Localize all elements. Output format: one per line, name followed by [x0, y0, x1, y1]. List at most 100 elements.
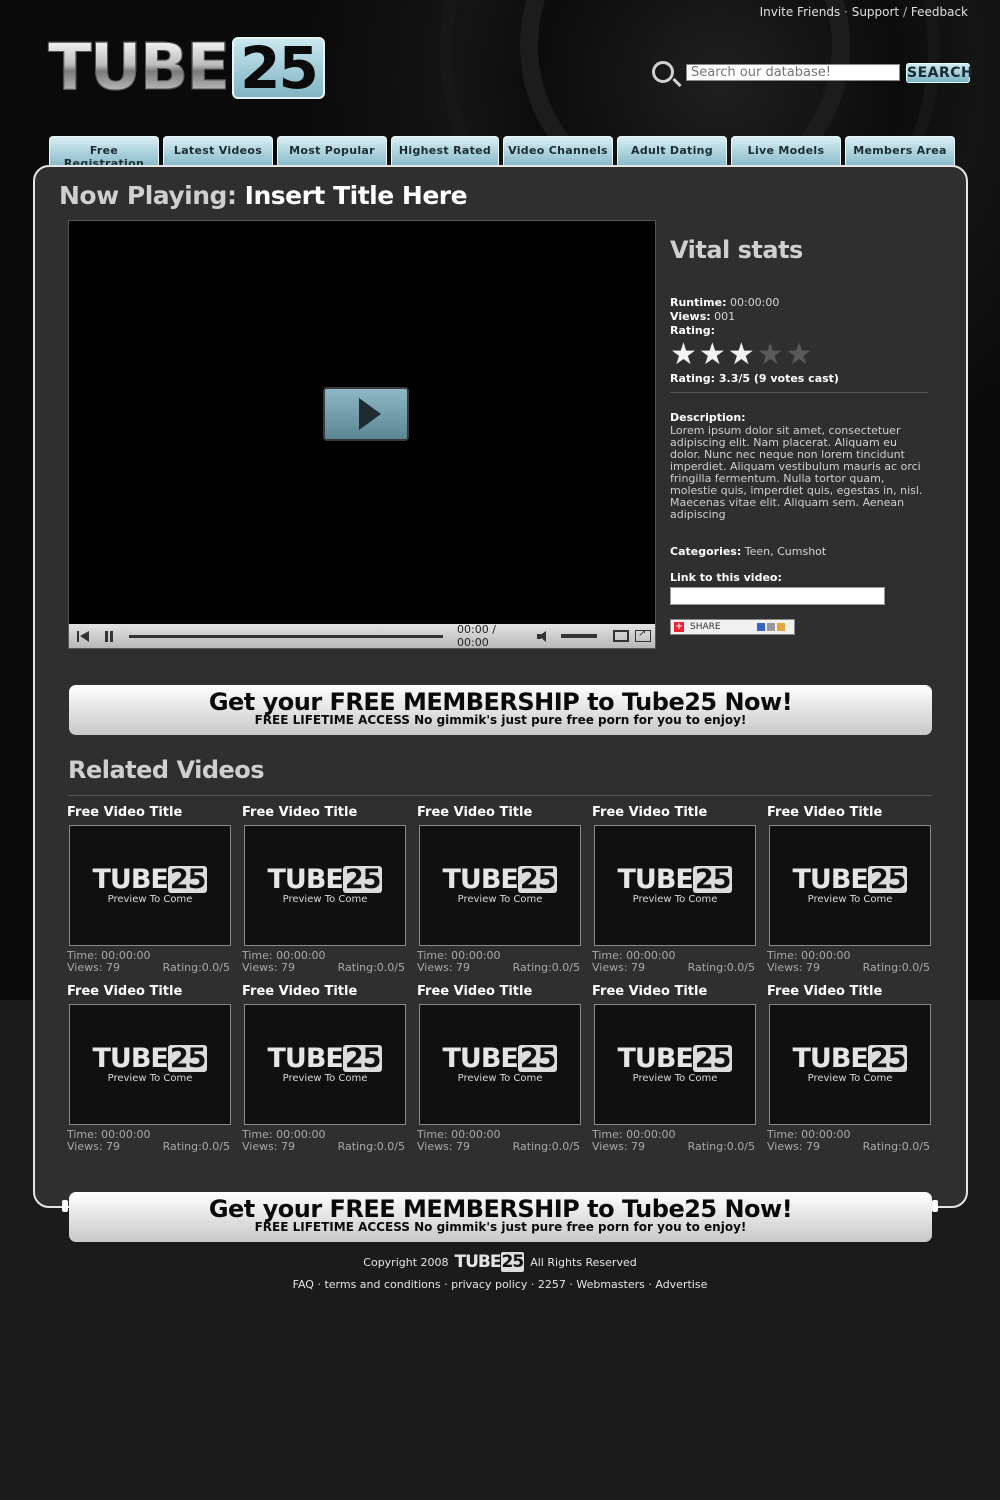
previous-icon[interactable]: [77, 630, 89, 642]
related-video-title[interactable]: Free Video Title: [592, 984, 762, 1000]
related-video-thumbnail[interactable]: TUBE25 Preview To Come: [419, 825, 581, 946]
footer-logo: TUBE25: [455, 1252, 525, 1272]
preview-text: Preview To Come: [282, 894, 368, 905]
star-icon[interactable]: ★: [728, 337, 757, 372]
membership-banner-bottom[interactable]: Get your FREE MEMBERSHIP to Tube25 Now! …: [69, 1192, 932, 1242]
related-video-thumbnail[interactable]: TUBE25 Preview To Come: [69, 825, 231, 946]
site-logo[interactable]: TUBE 25: [47, 36, 325, 101]
nav-tab-video-channels[interactable]: Video Channels: [503, 136, 613, 166]
thumb-logo: TUBE25: [595, 866, 755, 893]
related-video-title[interactable]: Free Video Title: [592, 805, 762, 821]
thumb-logo-text: TUBE: [617, 864, 694, 895]
footer-link[interactable]: 2257: [538, 1278, 566, 1291]
related-video-thumbnail[interactable]: TUBE25 Preview To Come: [244, 825, 406, 946]
video-meta: Time: 00:00:00 Views: 79 Rating:0.0/5: [417, 1129, 587, 1153]
video-views: Views: 79: [592, 1140, 646, 1153]
nav-tab-latest-videos[interactable]: Latest Videos: [163, 136, 273, 166]
related-video-title[interactable]: Free Video Title: [417, 805, 587, 821]
nav-tab-most-popular[interactable]: Most Popular: [277, 136, 387, 166]
share-button[interactable]: + SHARE: [670, 619, 795, 635]
star-icon[interactable]: ★: [786, 337, 815, 372]
related-video-card[interactable]: Free Video Title TUBE25 Preview To Come Tim…: [767, 984, 937, 1153]
related-video-title[interactable]: Free Video Title: [67, 984, 237, 1000]
footer-link[interactable]: privacy policy: [451, 1278, 527, 1291]
video-views: Views: 79: [242, 961, 296, 974]
thumb-logo: TUBE25: [70, 866, 230, 893]
related-video-thumbnail[interactable]: TUBE25 Preview To Come: [69, 1004, 231, 1125]
rating-stars[interactable]: ★★★★★: [670, 340, 930, 370]
fullscreen-icon[interactable]: [613, 630, 629, 642]
related-video-title[interactable]: Free Video Title: [767, 984, 937, 1000]
feedback-link[interactable]: Feedback: [911, 5, 968, 19]
thumb-logo-number: 25: [517, 1043, 558, 1074]
footer-link[interactable]: FAQ: [293, 1278, 314, 1291]
panel-nub: [62, 1200, 68, 1212]
social-icon: [756, 623, 765, 631]
play-icon[interactable]: [323, 387, 409, 441]
nav-tab-free-registration[interactable]: Free Registration: [49, 136, 159, 170]
separator: ·: [565, 1278, 577, 1291]
related-video-thumbnail[interactable]: TUBE25 Preview To Come: [419, 1004, 581, 1125]
star-icon[interactable]: ★: [757, 337, 786, 372]
preview-text: Preview To Come: [457, 1073, 543, 1084]
related-video-thumbnail[interactable]: TUBE25 Preview To Come: [769, 1004, 931, 1125]
membership-banner[interactable]: Get your FREE MEMBERSHIP to Tube25 Now! …: [69, 685, 932, 735]
related-video-card[interactable]: Free Video Title TUBE25 Preview To Come Tim…: [417, 805, 587, 974]
banner-subtext: FREE LIFETIME ACCESS No gimmik's just pu…: [254, 1220, 747, 1234]
volume-icon[interactable]: [537, 630, 549, 642]
banner-headline: Get your FREE MEMBERSHIP to Tube25 Now!: [208, 1195, 793, 1223]
footer-link[interactable]: terms and conditions: [324, 1278, 440, 1291]
footer-link[interactable]: Webmasters: [576, 1278, 645, 1291]
related-video-title[interactable]: Free Video Title: [67, 805, 237, 821]
related-video-card[interactable]: Free Video Title TUBE25 Preview To Come Tim…: [242, 805, 412, 974]
invite-friends-link[interactable]: Invite Friends: [760, 5, 841, 19]
nav-tab-adult-dating[interactable]: Adult Dating: [617, 136, 727, 166]
related-video-title[interactable]: Free Video Title: [242, 984, 412, 1000]
thumb-logo: TUBE25: [420, 866, 580, 893]
related-video-card[interactable]: Free Video Title TUBE25 Preview To Come Tim…: [592, 805, 762, 974]
thumb-logo-number: 25: [167, 864, 208, 895]
video-link-field[interactable]: [670, 587, 885, 605]
seek-bar[interactable]: [129, 634, 443, 638]
star-icon[interactable]: ★: [699, 337, 728, 372]
related-video-thumbnail[interactable]: TUBE25 Preview To Come: [594, 825, 756, 946]
related-video-thumbnail[interactable]: TUBE25 Preview To Come: [244, 1004, 406, 1125]
thumb-logo-text: TUBE: [442, 1043, 519, 1074]
related-video-card[interactable]: Free Video Title TUBE25 Preview To Come Tim…: [242, 984, 412, 1153]
related-video-card[interactable]: Free Video Title TUBE25 Preview To Come Tim…: [767, 805, 937, 974]
related-video-card[interactable]: Free Video Title TUBE25 Preview To Come Tim…: [592, 984, 762, 1153]
video-player[interactable]: 00:00 / 00:00: [68, 220, 656, 649]
related-video-title[interactable]: Free Video Title: [767, 805, 937, 821]
support-link[interactable]: Support: [852, 5, 899, 19]
footer-link[interactable]: Advertise: [655, 1278, 707, 1291]
thumb-logo-text: TUBE: [267, 1043, 344, 1074]
nav-tab-live-models[interactable]: Live Models: [731, 136, 841, 166]
video-views: Views: 79: [242, 1140, 296, 1153]
social-icons: [756, 623, 785, 631]
volume-slider[interactable]: [561, 634, 597, 638]
related-video-card[interactable]: Free Video Title TUBE25 Preview To Come Tim…: [67, 805, 237, 974]
pause-icon[interactable]: [105, 630, 113, 642]
related-video-card[interactable]: Free Video Title TUBE25 Preview To Come Tim…: [417, 984, 587, 1153]
nav-tab-members-area[interactable]: Members Area: [845, 136, 955, 166]
stats-divider: [670, 392, 928, 393]
preview-text: Preview To Come: [632, 1073, 718, 1084]
video-meta: Time: 00:00:00 Views: 79 Rating:0.0/5: [242, 1129, 412, 1153]
thumb-logo-text: TUBE: [92, 864, 169, 895]
nav-tab-highest-rated[interactable]: Highest Rated: [391, 136, 499, 166]
related-video-thumbnail[interactable]: TUBE25 Preview To Come: [769, 825, 931, 946]
search-input[interactable]: [686, 64, 900, 81]
banner-headline: Get your FREE MEMBERSHIP to Tube25 Now!: [208, 688, 793, 716]
separator: ·: [313, 1278, 325, 1291]
video-rating: Rating:0.0/5: [337, 1140, 405, 1153]
related-video-card[interactable]: Free Video Title TUBE25 Preview To Come Tim…: [67, 984, 237, 1153]
star-icon[interactable]: ★: [670, 337, 699, 372]
views-value: 001: [714, 310, 736, 323]
related-video-title[interactable]: Free Video Title: [242, 805, 412, 821]
search-button[interactable]: SEARCH: [906, 63, 973, 83]
popout-icon[interactable]: [635, 628, 651, 642]
related-video-thumbnail[interactable]: TUBE25 Preview To Come: [594, 1004, 756, 1125]
related-video-title[interactable]: Free Video Title: [417, 984, 587, 1000]
categories-value[interactable]: Teen, Cumshot: [745, 545, 826, 558]
thumb-logo: TUBE25: [770, 1045, 930, 1072]
